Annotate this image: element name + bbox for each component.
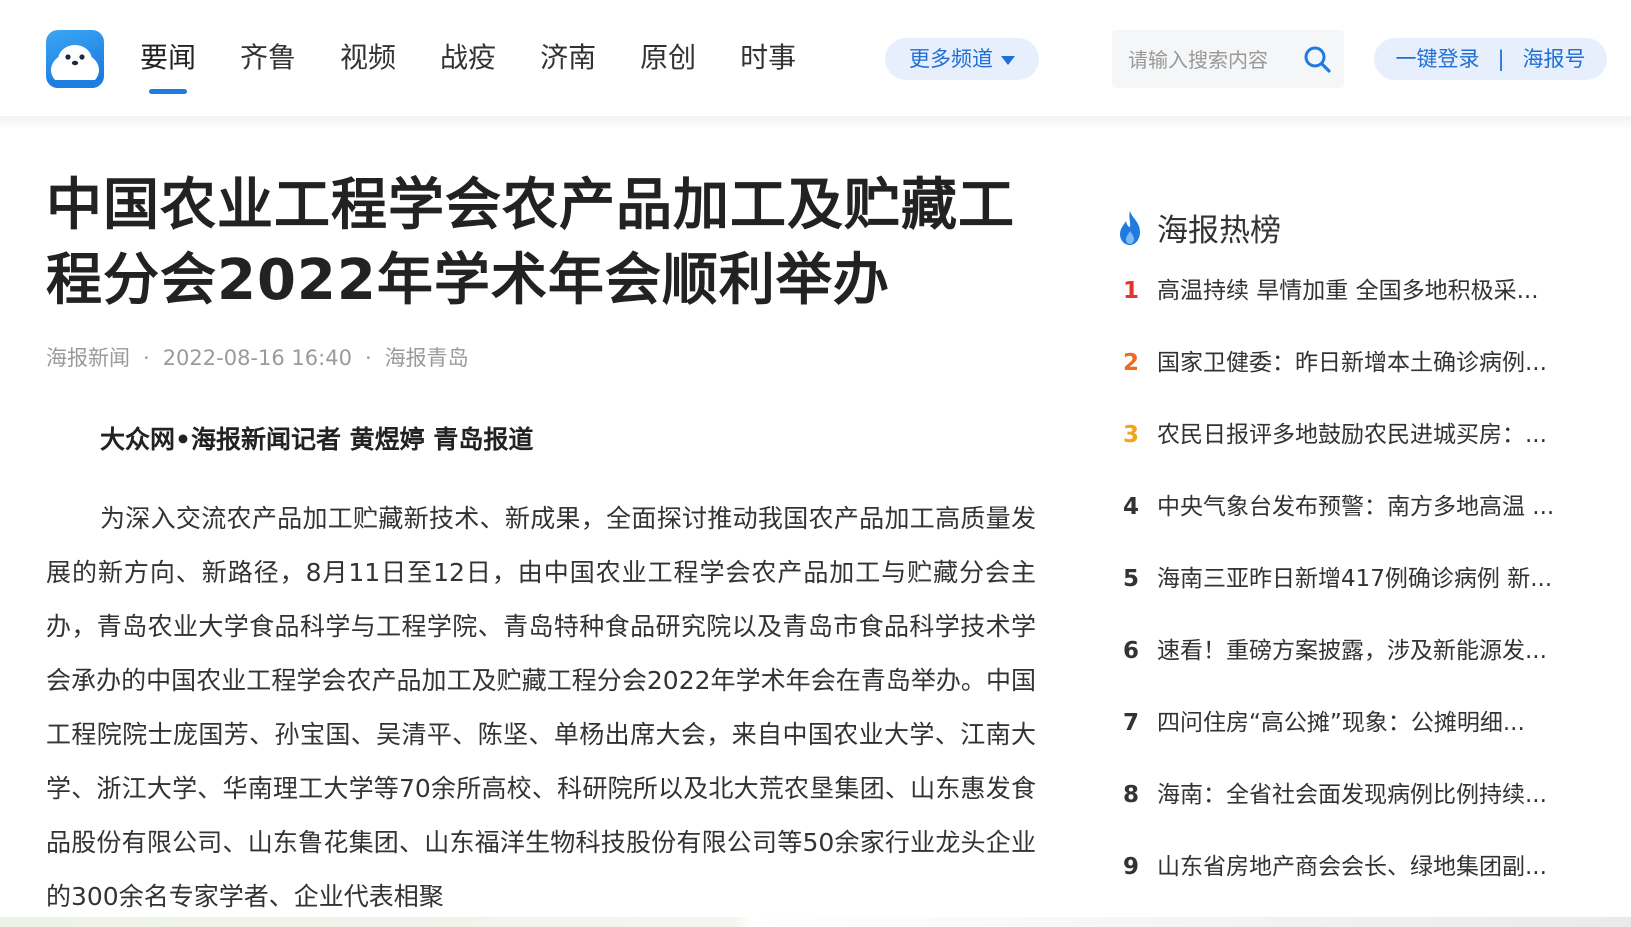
article-byline: 大众网•海报新闻记者 黄煜婷 青岛报道 <box>100 425 534 454</box>
nav-item-yuanchuang[interactable]: 原创 <box>640 0 696 116</box>
bottom-strip <box>0 917 1631 927</box>
article-channel[interactable]: 海报青岛 <box>385 346 469 370</box>
nav-item-zhanyi[interactable]: 战疫 <box>440 0 496 116</box>
hot-list-item[interactable]: 8 海南：全省社会面发现病例比例持续... <box>1123 774 1583 846</box>
hot-rank: 2 <box>1123 350 1140 376</box>
hot-item-title[interactable]: 中央气象台发布预警：南方多地高温 ... <box>1157 486 1554 528</box>
main-nav: 要闻 齐鲁 视频 战疫 济南 原创 时事 <box>140 0 840 116</box>
hot-list-item[interactable]: 4 中央气象台发布预警：南方多地高温 ... <box>1123 486 1583 558</box>
hot-rank: 9 <box>1123 854 1140 880</box>
hot-list-item[interactable]: 5 海南三亚昨日新增417例确诊病例 新... <box>1123 558 1583 630</box>
site-header: 要闻 齐鲁 视频 战疫 济南 原创 时事 更多频道 一键登录 | 海报号 <box>0 0 1631 116</box>
hot-rank: 3 <box>1123 422 1140 448</box>
hot-list-item[interactable]: 1 高温持续 旱情加重 全国多地积极采... <box>1123 270 1583 342</box>
login-group: 一键登录 | 海报号 <box>1374 38 1607 80</box>
hot-list-item[interactable]: 9 山东省房地产商会会长、绿地集团副... <box>1123 846 1583 918</box>
hot-list-header: 海报热榜 <box>1115 205 1281 250</box>
hot-item-title[interactable]: 海南三亚昨日新增417例确诊病例 新... <box>1157 558 1552 600</box>
article-datetime: 2022-08-16 16:40 <box>162 346 352 370</box>
hot-list-title: 海报热榜 <box>1157 213 1281 249</box>
more-channels-button[interactable]: 更多频道 <box>885 38 1039 80</box>
fire-icon <box>1120 210 1140 245</box>
hot-item-title[interactable]: 海南：全省社会面发现病例比例持续... <box>1157 774 1547 816</box>
article-source: 海报新闻 <box>46 346 130 370</box>
article-paragraph: 为深入交流农产品加工贮藏新技术、新成果，全面探讨推动我国农产品加工高质量发展的新… <box>46 504 1036 911</box>
hot-item-title[interactable]: 农民日报评多地鼓励农民进城买房：... <box>1157 414 1547 456</box>
hot-item-title[interactable]: 山东省房地产商会会长、绿地集团副... <box>1157 846 1547 888</box>
article-meta: 海报新闻 · 2022-08-16 16:40 · 海报青岛 <box>46 342 469 372</box>
hot-item-title[interactable]: 高温持续 旱情加重 全国多地积极采... <box>1157 270 1539 312</box>
haibao-account-link[interactable]: 海报号 <box>1523 38 1586 80</box>
nav-item-jinan[interactable]: 济南 <box>540 0 596 116</box>
article-title: 中国农业工程学会农产品加工及贮藏工程分会2022年学术年会顺利举办 <box>46 173 1015 313</box>
nav-item-video[interactable]: 视频 <box>340 0 396 116</box>
one-click-login-link[interactable]: 一键登录 <box>1395 38 1479 80</box>
hot-rank: 6 <box>1123 638 1140 664</box>
hot-rank: 5 <box>1123 566 1140 592</box>
search-box <box>1112 30 1344 90</box>
hot-item-title[interactable]: 国家卫健委：昨日新增本土确诊病例... <box>1157 342 1547 384</box>
hot-rank: 1 <box>1123 278 1140 304</box>
meta-separator: · <box>143 346 150 370</box>
hot-list-item[interactable]: 6 速看！重磅方案披露，涉及新能源发... <box>1123 630 1583 702</box>
hot-rank: 8 <box>1123 782 1140 808</box>
hot-list: 1 高温持续 旱情加重 全国多地积极采... 2 国家卫健委：昨日新增本土确诊病… <box>1123 270 1583 918</box>
hot-list-item[interactable]: 2 国家卫健委：昨日新增本土确诊病例... <box>1123 342 1583 414</box>
hot-rank: 4 <box>1123 494 1140 520</box>
hot-list-item[interactable]: 7 四问住房“高公摊”现象：公摊明细... <box>1123 702 1583 774</box>
search-icon[interactable] <box>1302 44 1332 74</box>
hot-item-title[interactable]: 速看！重磅方案披露，涉及新能源发... <box>1157 630 1547 672</box>
caret-down-icon <box>1001 55 1015 65</box>
login-separator: | <box>1497 47 1505 71</box>
search-input[interactable] <box>1126 30 1300 90</box>
nav-item-yaowen[interactable]: 要闻 <box>140 0 196 116</box>
nav-item-shishi[interactable]: 时事 <box>740 0 796 116</box>
hot-item-title[interactable]: 四问住房“高公摊”现象：公摊明细... <box>1157 702 1525 744</box>
hot-rank: 7 <box>1123 710 1140 736</box>
more-channels-label: 更多频道 <box>909 47 993 71</box>
meta-separator: · <box>364 346 372 370</box>
hot-list-item[interactable]: 3 农民日报评多地鼓励农民进城买房：... <box>1123 414 1583 486</box>
seal-logo-icon[interactable] <box>46 30 104 88</box>
nav-item-qilu[interactable]: 齐鲁 <box>240 0 296 116</box>
header-divider <box>0 116 1631 130</box>
